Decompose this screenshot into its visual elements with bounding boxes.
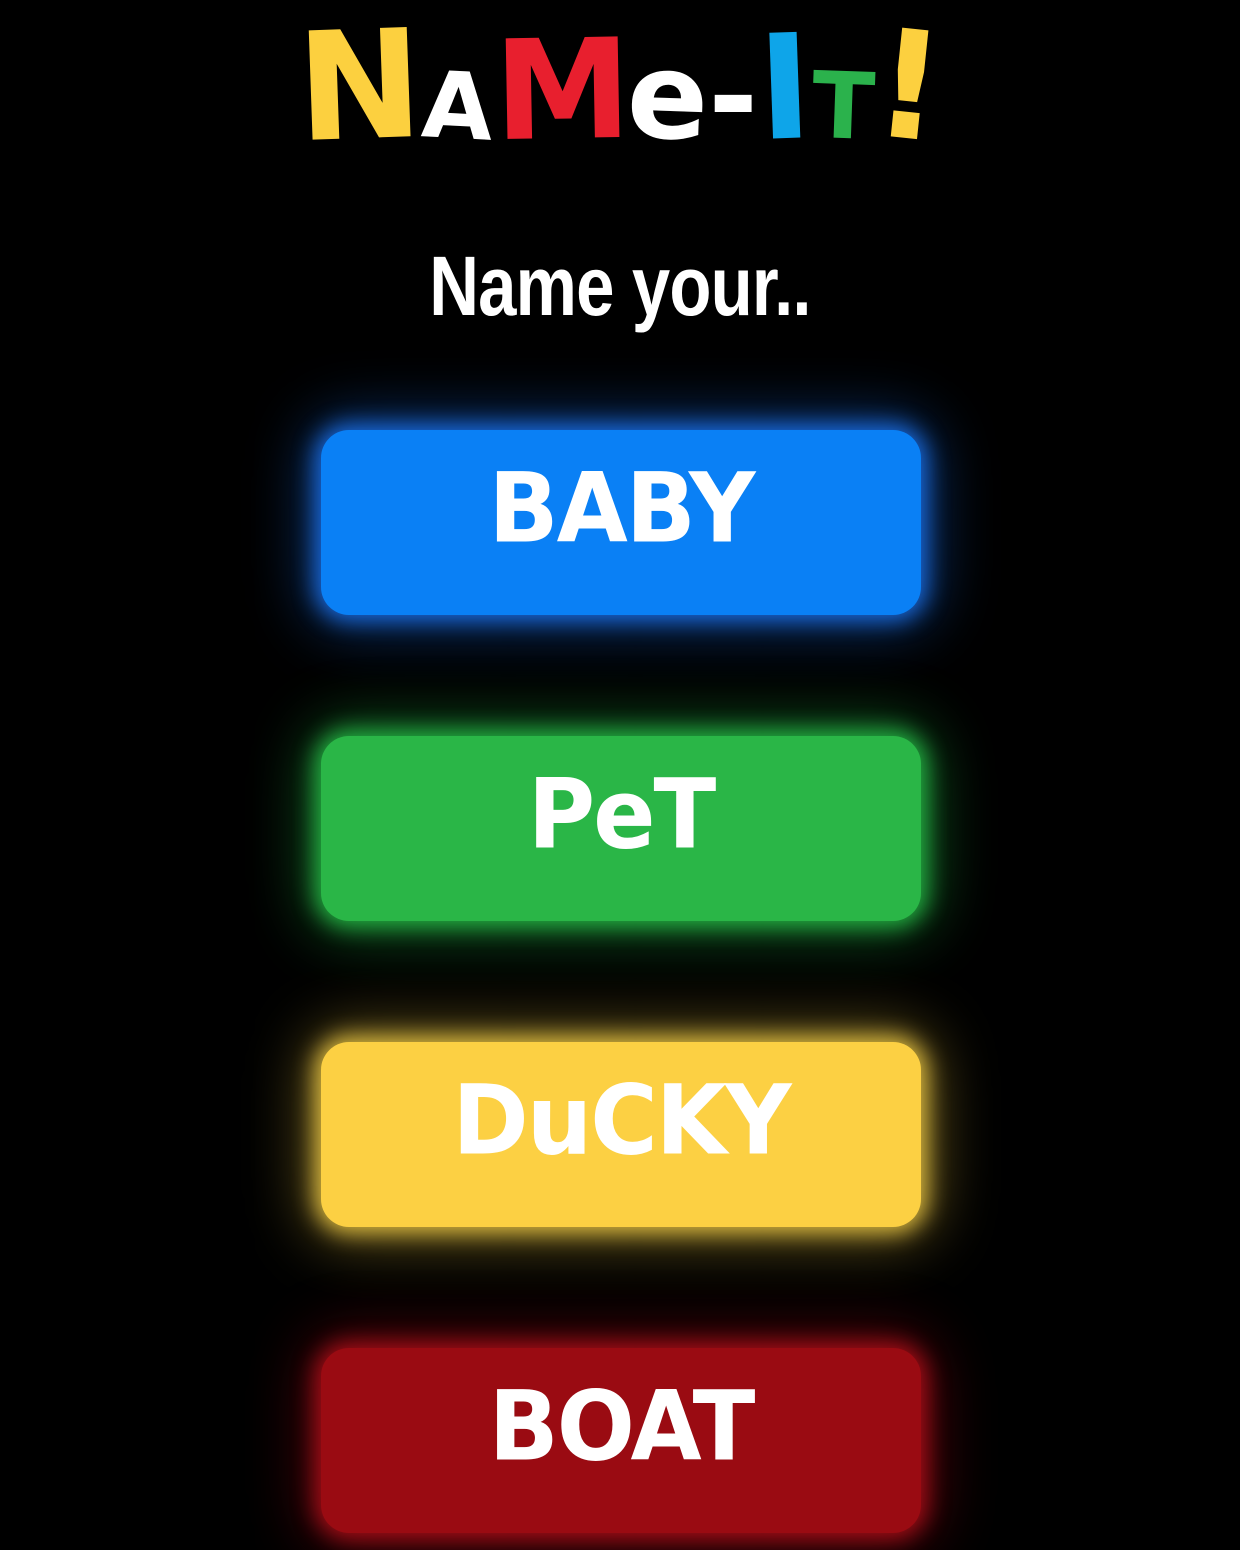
app-logo: NAMe-IT! [0, 0, 1240, 178]
boat-button-label: BOAT [488, 1370, 756, 1483]
logo-letter: M [492, 8, 629, 173]
pet-button[interactable]: PeT [321, 736, 921, 921]
logo-letter: - [708, 28, 759, 167]
baby-button[interactable]: BABY [321, 430, 921, 615]
logo-letter: T [810, 51, 877, 162]
ducky-button[interactable]: DuCKY [321, 1042, 921, 1227]
main-screen: NAMe-IT! Name your.. BABY PeT DuCKY BOAT [0, 0, 1240, 1550]
subtitle: Name your.. [429, 239, 811, 333]
logo-letter: N [293, 0, 426, 177]
baby-button-label: BABY [488, 452, 755, 565]
boat-button[interactable]: BOAT [321, 1348, 921, 1533]
logo-letter: e [624, 26, 711, 169]
pet-button-label: PeT [527, 758, 717, 871]
logo-letter: I [755, 3, 815, 174]
logo-letter: A [419, 51, 497, 162]
ducky-button-label: DuCKY [452, 1064, 791, 1177]
logo-letter: ! [865, 0, 953, 178]
